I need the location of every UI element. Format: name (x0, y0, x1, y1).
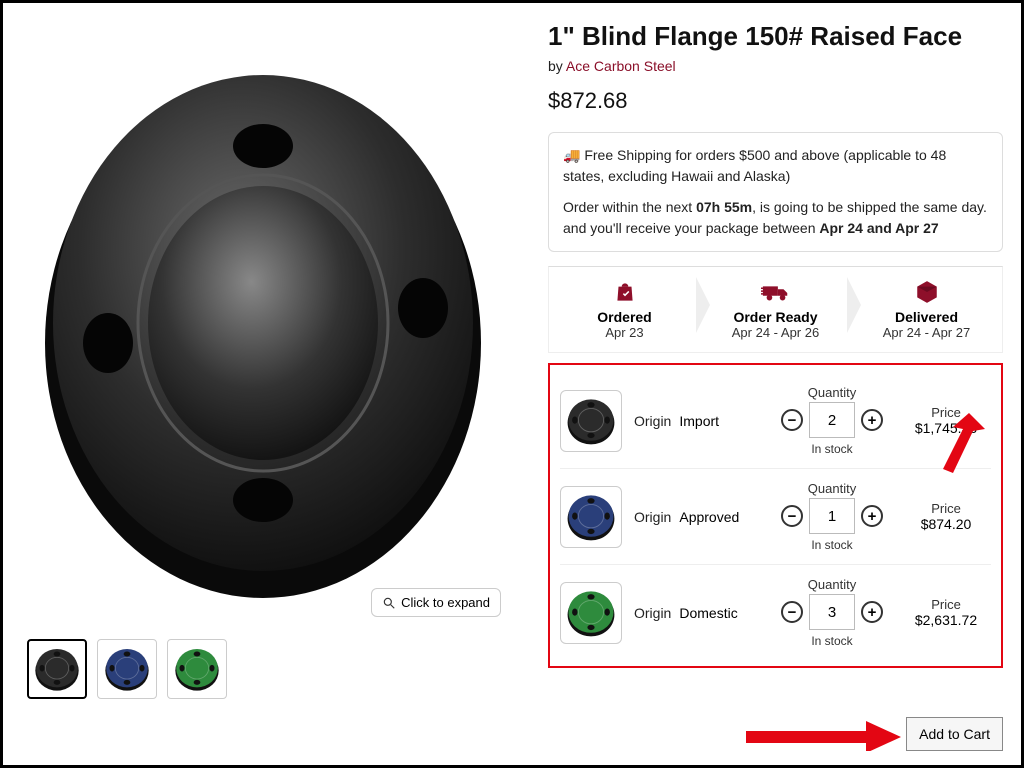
increment-button[interactable]: + (861, 601, 883, 623)
box-icon (857, 277, 996, 307)
decrement-button[interactable]: − (781, 601, 803, 623)
variant-row: Origin Approved Quantity − + In stock Pr… (560, 468, 991, 564)
stock-status: In stock (781, 442, 883, 456)
variant-origin: Origin Import (634, 413, 774, 429)
price-label: Price (901, 597, 991, 612)
quantity-input[interactable] (809, 402, 855, 438)
delivered-date: Apr 24 - Apr 27 (857, 325, 996, 340)
timeline-ordered: Ordered Apr 23 (549, 267, 700, 352)
click-to-expand[interactable]: Click to expand (371, 588, 501, 617)
price-value: $2,631.72 (901, 612, 991, 628)
quantity-label: Quantity (781, 481, 883, 496)
decrement-button[interactable]: − (781, 409, 803, 431)
ready-label: Order Ready (706, 309, 845, 325)
quantity-label: Quantity (781, 577, 883, 592)
origin-label: Origin (634, 605, 671, 621)
stock-status: In stock (781, 634, 883, 648)
price-value: $1,745.36 (901, 420, 991, 436)
variant-image[interactable] (560, 582, 622, 644)
delivery-timeline: Ordered Apr 23 Order Ready Apr 24 - Apr … (548, 266, 1003, 353)
increment-button[interactable]: + (861, 409, 883, 431)
quantity-block: Quantity − + In stock (781, 577, 883, 648)
quantity-label: Quantity (781, 385, 883, 400)
timeline-ready: Order Ready Apr 24 - Apr 26 (700, 267, 851, 352)
decrement-button[interactable]: − (781, 505, 803, 527)
product-price: $872.68 (548, 88, 1003, 114)
annotation-arrow-cart (746, 721, 901, 751)
quantity-block: Quantity − + In stock (781, 385, 883, 456)
origin-label: Origin (634, 413, 671, 429)
variant-row: Origin Import Quantity − + In stock Pric… (560, 373, 991, 468)
search-icon (382, 596, 396, 610)
delivery-window: Apr 24 and Apr 27 (819, 220, 938, 236)
thumbnail[interactable] (27, 639, 87, 699)
vendor-link[interactable]: Ace Carbon Steel (566, 58, 676, 74)
price-label: Price (901, 405, 991, 420)
bag-icon (555, 277, 694, 307)
origin-value: Approved (679, 509, 739, 525)
origin-label: Origin (634, 509, 671, 525)
variant-origin: Origin Domestic (634, 605, 774, 621)
shipping-box: 🚚 Free Shipping for orders $500 and abov… (548, 132, 1003, 252)
ready-date: Apr 24 - Apr 26 (706, 325, 845, 340)
countdown: 07h 55m (696, 199, 752, 215)
variant-image[interactable] (560, 390, 622, 452)
increment-button[interactable]: + (861, 505, 883, 527)
variant-price-block: Price $874.20 (901, 501, 991, 532)
quantity-block: Quantity − + In stock (781, 481, 883, 552)
variant-origin: Origin Approved (634, 509, 774, 525)
variant-price-block: Price $2,631.72 (901, 597, 991, 628)
product-main-image[interactable]: Click to expand (13, 13, 513, 633)
quantity-input[interactable] (809, 594, 855, 630)
variants-panel: Origin Import Quantity − + In stock Pric… (548, 363, 1003, 668)
thumbnail-row (13, 633, 528, 705)
ordered-label: Ordered (555, 309, 694, 325)
thumbnail[interactable] (167, 639, 227, 699)
timeline-delivered: Delivered Apr 24 - Apr 27 (851, 267, 1002, 352)
by-prefix: by (548, 58, 566, 74)
thumbnail[interactable] (97, 639, 157, 699)
flange-render (28, 43, 498, 603)
origin-value: Import (679, 413, 719, 429)
quantity-input[interactable] (809, 498, 855, 534)
variant-image[interactable] (560, 486, 622, 548)
price-label: Price (901, 501, 991, 516)
add-to-cart-button[interactable]: Add to Cart (906, 717, 1003, 751)
truck-icon: 🚚 (563, 147, 584, 163)
stock-status: In stock (781, 538, 883, 552)
origin-value: Domestic (679, 605, 737, 621)
ordered-date: Apr 23 (555, 325, 694, 340)
price-value: $874.20 (901, 516, 991, 532)
vendor-line: by Ace Carbon Steel (548, 58, 1003, 74)
variant-row: Origin Domestic Quantity − + In stock Pr… (560, 564, 991, 660)
expand-label: Click to expand (401, 595, 490, 610)
variant-price-block: Price $1,745.36 (901, 405, 991, 436)
delivered-label: Delivered (857, 309, 996, 325)
product-title: 1" Blind Flange 150# Raised Face (548, 21, 1003, 52)
order-prefix: Order within the next (563, 199, 696, 215)
free-ship-text: Free Shipping for orders $500 and above … (563, 147, 946, 184)
shipping-truck-icon (706, 277, 845, 307)
